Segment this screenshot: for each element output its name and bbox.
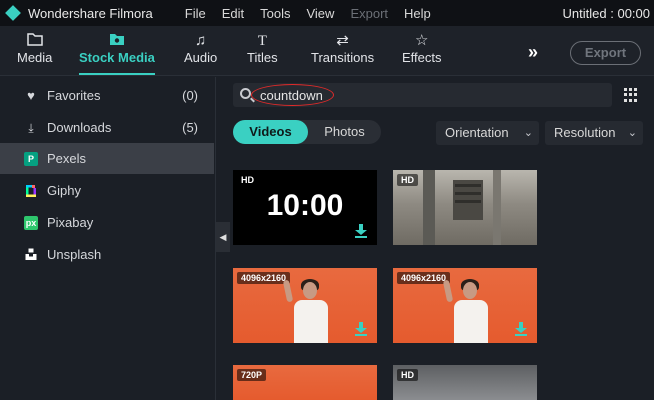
favorites-count: (0) [182, 88, 198, 103]
menu-help[interactable]: Help [404, 6, 431, 21]
menu-edit[interactable]: Edit [222, 6, 244, 21]
tab-photos[interactable]: Photos [308, 120, 381, 144]
resolution-badge: 4096x2160 [237, 272, 291, 284]
industrial-scene-image [423, 170, 501, 245]
menu-bar: File Edit Tools View Export Help [185, 6, 447, 21]
result-thumbnail[interactable]: HD 10:00 [233, 170, 377, 245]
resolution-dropdown[interactable]: Resolution ⌄ [545, 121, 643, 145]
text-icon: T [257, 33, 267, 49]
tab-audio[interactable]: ♫ Audio [184, 32, 217, 65]
tab-audio-label: Audio [184, 50, 218, 65]
main-toolbar: Media Stock Media ♫ Audio T Titles ⇄ Tra… [0, 26, 654, 76]
tab-titles[interactable]: T Titles [247, 32, 278, 65]
result-thumbnail[interactable]: 4096x2160 [393, 268, 537, 343]
download-icon[interactable] [355, 322, 367, 336]
resolution-badge: HD [397, 174, 418, 186]
folder-icon [17, 32, 52, 50]
tab-transitions[interactable]: ⇄ Transitions [311, 32, 374, 65]
tab-stock-media-label: Stock Media [79, 50, 155, 65]
resolution-label: Resolution [554, 125, 616, 140]
tab-transitions-label: Transitions [311, 50, 375, 65]
giphy-icon [24, 184, 38, 198]
resolution-badge: 720P [237, 369, 267, 381]
music-note-icon: ♫ [195, 32, 207, 49]
orientation-label: Orientation [445, 125, 509, 140]
tab-stock-media[interactable]: Stock Media [79, 32, 155, 75]
result-thumbnail[interactable]: 720P [233, 365, 377, 400]
tab-media[interactable]: Media [17, 32, 52, 65]
tab-media-label: Media [17, 50, 53, 65]
sidebar-item-label: Pexels [47, 151, 87, 166]
download-icon: ⤓ [28, 120, 34, 135]
stock-source-sidebar: ♥ Favorites (0) ⤓ Downloads (5) P Pexels… [0, 77, 216, 400]
sidebar-item-unsplash[interactable]: Unsplash [0, 239, 214, 270]
transitions-icon: ⇄ [336, 32, 349, 49]
menu-export: Export [350, 5, 389, 21]
app-title: Wondershare Filmora [28, 5, 153, 21]
menu-tools[interactable]: Tools [260, 6, 290, 21]
result-thumbnail[interactable]: HD [393, 365, 537, 400]
menu-file[interactable]: File [185, 6, 206, 21]
heart-icon: ♥ [27, 87, 35, 103]
downloads-count: (5) [182, 120, 198, 135]
more-tabs-button[interactable]: » [528, 42, 538, 63]
grid-view-icon[interactable] [624, 88, 638, 102]
tab-titles-label: Titles [247, 50, 278, 65]
chevron-down-icon: ⌄ [523, 127, 533, 139]
filmora-logo-icon [5, 5, 21, 21]
menu-view[interactable]: View [306, 6, 334, 21]
download-icon[interactable] [355, 224, 367, 238]
annotation-circle [251, 84, 334, 106]
sidebar-item-label: Unsplash [47, 247, 102, 262]
sidebar-item-label: Downloads [47, 120, 112, 135]
sidebar-item-giphy[interactable]: Giphy [0, 175, 214, 206]
document-title: Untitled : 00:00 [562, 6, 650, 21]
effects-icon: ☆ [415, 32, 429, 49]
tab-effects-label: Effects [402, 50, 442, 65]
resolution-badge: HD [237, 174, 258, 186]
person-image [282, 276, 331, 343]
result-thumbnail[interactable]: 4096x2160 [233, 268, 377, 343]
resolution-badge: HD [397, 369, 418, 381]
sidebar-item-label: Pixabay [47, 215, 94, 230]
sidebar-item-favorites[interactable]: ♥ Favorites (0) [0, 80, 214, 111]
pixabay-icon: px [24, 215, 38, 230]
media-type-toggle: Videos Photos [233, 120, 381, 144]
pexels-icon: P [24, 151, 38, 166]
result-thumbnail[interactable]: HD [393, 170, 537, 245]
chevron-down-icon: ⌄ [627, 127, 637, 139]
stock-media-icon [79, 32, 155, 50]
tab-effects[interactable]: ☆ Effects [402, 32, 442, 65]
resolution-badge: 4096x2160 [397, 272, 451, 284]
search-box[interactable]: countdown [233, 83, 612, 107]
title-bar: Wondershare Filmora File Edit Tools View… [0, 0, 654, 26]
export-button: Export [570, 41, 641, 65]
sidebar-item-downloads[interactable]: ⤓ Downloads (5) [0, 112, 214, 143]
sidebar-item-pexels[interactable]: P Pexels [0, 143, 214, 174]
download-icon[interactable] [515, 322, 527, 336]
search-icon [240, 88, 251, 99]
sidebar-item-label: Giphy [47, 183, 81, 198]
unsplash-icon [24, 248, 38, 262]
tab-videos[interactable]: Videos [233, 120, 308, 144]
person-image [442, 276, 491, 343]
collapse-sidebar-button[interactable]: ◀ [216, 222, 230, 252]
orientation-dropdown[interactable]: Orientation ⌄ [436, 121, 539, 145]
sidebar-item-pixabay[interactable]: px Pixabay [0, 207, 214, 238]
thumbnail-overlay-text: 10:00 [266, 189, 344, 222]
sidebar-item-label: Favorites [47, 88, 101, 103]
